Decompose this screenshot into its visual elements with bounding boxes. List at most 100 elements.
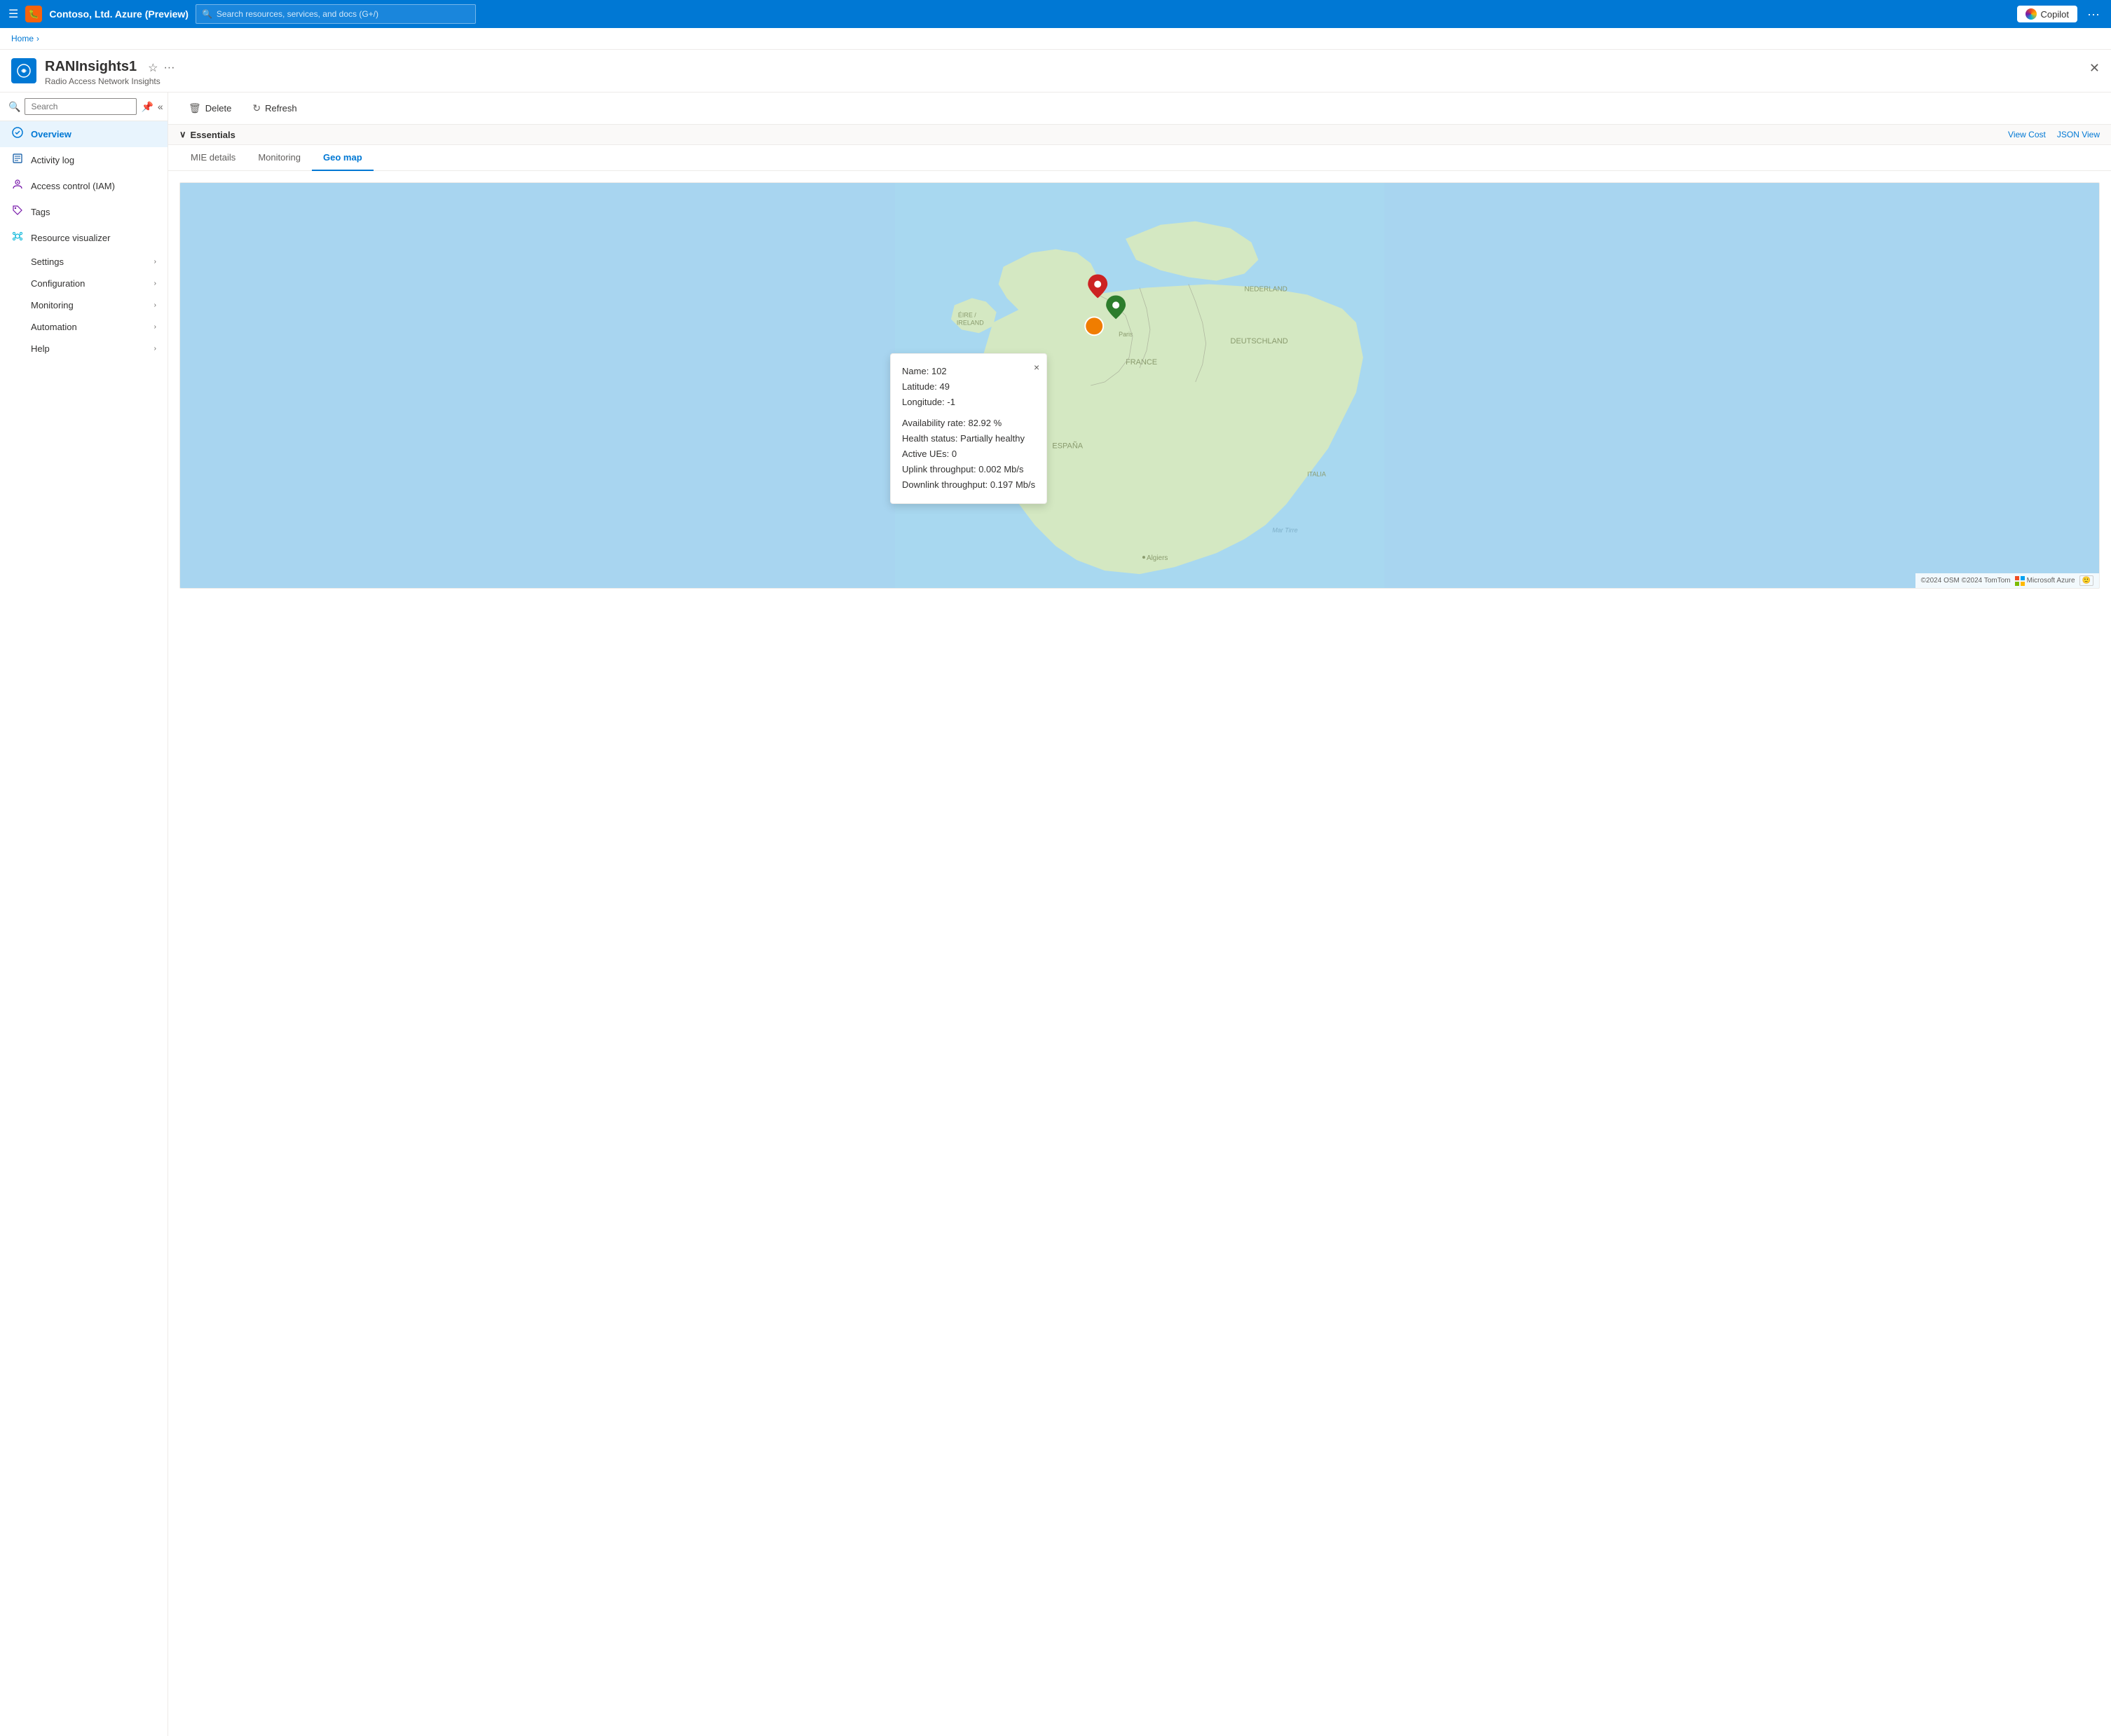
popup-downlink-value: 0.197 Mb/s: [990, 479, 1035, 490]
popup-close-button[interactable]: ×: [1034, 360, 1039, 376]
essentials-chevron-icon: ∨: [179, 129, 186, 140]
essentials-label: Essentials: [191, 130, 235, 140]
geo-map-container[interactable]: FRANCE DEUTSCHLAND ÉIRE / IRELAND NEDERL…: [179, 182, 2100, 589]
view-cost-link[interactable]: View Cost: [2008, 130, 2046, 139]
popup-name: Name: 102: [902, 364, 1035, 379]
copilot-icon: [2025, 8, 2037, 20]
copilot-label: Copilot: [2041, 9, 2069, 20]
svg-text:ÉIRE /: ÉIRE /: [958, 311, 976, 318]
sidebar-item-help[interactable]: Help ›: [0, 338, 168, 360]
breadcrumb-separator: ›: [36, 34, 39, 43]
overview-svg-icon: [12, 127, 23, 138]
ms-azure-text: Microsoft Azure: [2027, 577, 2075, 585]
activity-log-svg: [12, 153, 23, 164]
popup-downlink: Downlink throughput: 0.197 Mb/s: [902, 477, 1035, 493]
settings-chevron-icon: ›: [154, 258, 156, 266]
popup-downlink-label: Downlink throughput:: [902, 479, 988, 490]
tab-monitoring-label: Monitoring: [258, 152, 301, 163]
popup-latitude: Latitude: 49: [902, 379, 1035, 395]
delete-icon: 🗑: [189, 102, 201, 114]
essentials-actions: View Cost JSON View: [2008, 130, 2100, 139]
sidebar-search-input[interactable]: [25, 98, 137, 115]
breadcrumb-home[interactable]: Home: [11, 34, 34, 43]
svg-text:IRELAND: IRELAND: [957, 319, 984, 326]
json-view-link[interactable]: JSON View: [2057, 130, 2100, 139]
essentials-toggle[interactable]: ∨ Essentials: [179, 129, 235, 140]
tab-mie-details[interactable]: MIE details: [179, 145, 247, 171]
collapse-sidebar-icon[interactable]: «: [158, 101, 163, 112]
svg-text:ITALIA: ITALIA: [1307, 471, 1326, 478]
monitoring-chevron-icon: ›: [154, 301, 156, 309]
close-button[interactable]: ✕: [2089, 58, 2100, 76]
copilot-button[interactable]: Copilot: [2017, 6, 2077, 22]
popup-longitude-value: -1: [947, 397, 955, 407]
popup-longitude: Longitude: -1: [902, 395, 1035, 410]
main-layout: 🔍 📌 « Overview: [0, 93, 2111, 1736]
map-svg: FRANCE DEUTSCHLAND ÉIRE / IRELAND NEDERL…: [180, 183, 2099, 588]
resource-header-actions: ☆ ···: [148, 58, 175, 75]
tab-monitoring[interactable]: Monitoring: [247, 145, 312, 171]
map-info-popup: × Name: 102 Latitude: 49 Longitude: -1 A…: [890, 353, 1047, 504]
osm-attribution: ©2024 OSM ©2024 TomTom: [1921, 577, 2011, 585]
map-attribution-bar: ©2024 OSM ©2024 TomTom Microsoft Azure 🙂: [1915, 573, 2099, 588]
overview-icon: [11, 127, 24, 142]
sidebar-item-configuration[interactable]: Configuration ›: [0, 273, 168, 294]
sidebar-item-tags[interactable]: Tags: [0, 199, 168, 225]
topbar-more-button[interactable]: ···: [2084, 7, 2103, 22]
help-chevron-icon: ›: [154, 345, 156, 353]
popup-name-val: 102: [931, 366, 947, 376]
global-search-bar[interactable]: 🔍 Search resources, services, and docs (…: [196, 4, 476, 24]
resource-more-icon[interactable]: ···: [163, 62, 175, 74]
popup-active-ues: Active UEs: 0: [902, 446, 1035, 462]
popup-uplink: Uplink throughput: 0.002 Mb/s: [902, 462, 1035, 477]
resource-header: RANInsights1 ☆ ··· Radio Access Network …: [0, 50, 2111, 93]
tab-geo-map-label: Geo map: [323, 152, 362, 163]
sidebar-item-activity-log[interactable]: Activity log: [0, 147, 168, 173]
sidebar-item-configuration-label: Configuration: [31, 278, 85, 289]
ms-azure-attribution: Microsoft Azure: [2015, 576, 2075, 586]
sidebar-item-monitoring[interactable]: Monitoring ›: [0, 294, 168, 316]
sidebar-item-activity-log-label: Activity log: [31, 155, 74, 165]
access-control-svg: [12, 179, 23, 190]
resource-subtitle: Radio Access Network Insights: [45, 76, 175, 86]
sidebar-item-resource-visualizer-label: Resource visualizer: [31, 233, 110, 243]
sidebar-item-access-control[interactable]: Access control (IAM): [0, 173, 168, 199]
delete-button[interactable]: 🗑 Delete: [179, 98, 240, 118]
refresh-label: Refresh: [265, 103, 297, 114]
org-name: Contoso, Ltd. Azure (Preview): [49, 8, 189, 20]
refresh-button[interactable]: ↻ Refresh: [243, 98, 306, 118]
popup-latitude-label: Latitude:: [902, 381, 937, 392]
access-control-icon: [11, 179, 24, 193]
resource-type-icon: [11, 58, 36, 83]
search-placeholder: Search resources, services, and docs (G+…: [217, 9, 378, 19]
content-tabs: MIE details Monitoring Geo map: [168, 145, 2111, 171]
popup-latitude-value: 49: [940, 381, 950, 392]
sidebar-item-resource-visualizer[interactable]: Resource visualizer: [0, 225, 168, 251]
sidebar: 🔍 📌 « Overview: [0, 93, 168, 1736]
ms-logo-icon: [2015, 576, 2025, 586]
tab-mie-details-label: MIE details: [191, 152, 235, 163]
resource-visualizer-icon: [11, 231, 24, 245]
popup-health-label: Health status:: [902, 433, 958, 444]
resource-info: RANInsights1 ☆ ··· Radio Access Network …: [45, 58, 175, 86]
popup-health: Health status: Partially healthy: [902, 431, 1035, 446]
app-icon: 🐛: [25, 6, 42, 22]
tags-svg: [12, 205, 23, 216]
sidebar-item-access-control-label: Access control (IAM): [31, 181, 115, 191]
tab-geo-map[interactable]: Geo map: [312, 145, 374, 171]
ran-icon: [16, 63, 32, 78]
popup-uplink-label: Uplink throughput:: [902, 464, 976, 474]
automation-chevron-icon: ›: [154, 323, 156, 331]
favorite-icon[interactable]: ☆: [148, 61, 158, 75]
sidebar-item-overview[interactable]: Overview: [0, 121, 168, 147]
sidebar-item-automation-label: Automation: [31, 322, 77, 332]
svg-text:ESPAÑA: ESPAÑA: [1052, 442, 1083, 451]
sidebar-item-monitoring-label: Monitoring: [31, 300, 74, 310]
pin-icon[interactable]: 📌: [141, 101, 153, 113]
sidebar-item-automation[interactable]: Automation ›: [0, 316, 168, 338]
map-pin-orange[interactable]: [1085, 317, 1103, 335]
sidebar-search-icon: 🔍: [8, 101, 20, 113]
hamburger-menu-icon[interactable]: ☰: [8, 7, 18, 21]
sidebar-item-settings[interactable]: Settings ›: [0, 251, 168, 273]
essentials-bar: ∨ Essentials View Cost JSON View: [168, 125, 2111, 145]
